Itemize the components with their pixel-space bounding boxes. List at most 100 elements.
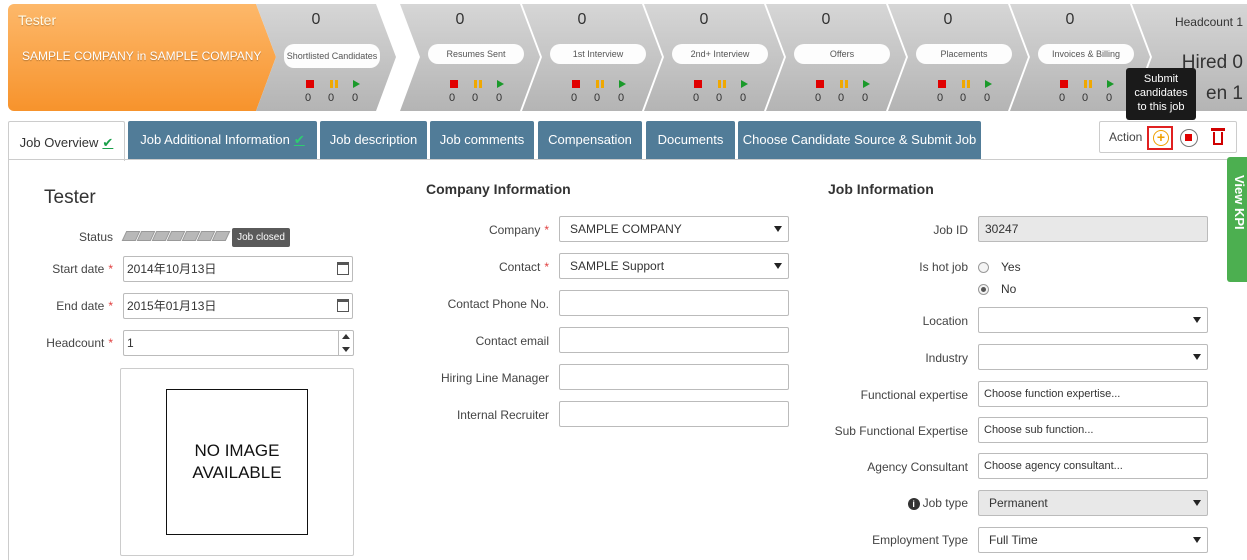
functional-expertise-label: Functional expertise [860,388,968,402]
label-text: Company [488,223,541,237]
stage-count: 0 [455,11,465,28]
contact-phone-field[interactable] [559,290,789,316]
tab-job-description[interactable]: Job description [320,121,427,159]
pause-icon [596,80,604,88]
job-pipeline: Tester SAMPLE COMPANY in SAMPLE COMPANY … [8,4,1247,111]
action-toolbar: Action + [1099,121,1237,153]
tab-choose-candidate-source[interactable]: Choose Candidate Source & Submit Job [738,121,981,159]
placeholder-line: NO IMAGE [194,441,280,460]
tab-job-additional-information[interactable]: Job Additional Information ✔ [128,121,317,159]
pause-icon [718,80,726,88]
label-text: End date [56,299,105,313]
check-icon: ✔ [293,132,305,147]
delete-job-button[interactable] [1211,128,1225,146]
tab-label: Job Additional Information [140,132,290,147]
stop-icon [450,80,458,88]
functional-expertise-input[interactable]: Choose function expertise... [978,381,1208,407]
stopped-count: 0 [815,92,822,104]
employment-type-select[interactable]: Full Time [978,527,1208,553]
stop-icon [306,80,314,88]
stage-shortlisted[interactable]: 0 Shortlisted Candidates 0 0 0 [256,4,396,111]
pause-icon [1084,80,1092,88]
stage-count: 0 [311,11,321,28]
play-icon [619,80,626,88]
location-label: Location [922,314,968,328]
stage-label: 2nd+ Interview [672,44,768,64]
contact-email-field[interactable] [559,327,789,353]
play-icon [353,80,360,88]
pipeline-company-line: SAMPLE COMPANY in SAMPLE COMPANY [22,49,262,63]
page-title: Tester [44,187,96,208]
calendar-icon[interactable] [337,299,349,312]
tab-compensation[interactable]: Compensation [538,121,642,159]
agency-consultant-input[interactable]: Choose agency consultant... [978,453,1208,479]
submit-candidates-tooltip: Submit candidates to this job [1126,68,1196,120]
tab-job-overview[interactable]: Job Overview ✔ [8,121,125,161]
internal-recruiter-field[interactable] [559,401,789,427]
action-label: Action [1109,130,1143,144]
check-icon: ✔ [102,135,114,150]
pause-icon [474,80,482,88]
start-date-field[interactable]: 2014年10月13日 [123,256,353,282]
company-select[interactable]: SAMPLE COMPANY [559,216,789,242]
stage-resumes-sent[interactable]: 0 Resumes Sent 0 0 0 [400,4,540,111]
paused-count: 0 [594,92,601,104]
headcount-stepper[interactable]: 1 [123,330,354,356]
end-date-field[interactable]: 2015年01月13日 [123,293,353,319]
field-value: 2014年10月13日 [127,262,217,276]
stage-placements[interactable]: 0 Placements 0 0 0 [888,4,1028,111]
job-id-label: Job ID [933,223,968,237]
tab-job-comments[interactable]: Job comments [430,121,534,159]
location-select[interactable] [978,307,1208,333]
paused-count: 0 [1082,92,1089,104]
job-info-heading: Job Information [828,181,934,197]
close-job-button[interactable] [1180,129,1198,147]
stage-count: 0 [1065,11,1075,28]
stop-icon [938,80,946,88]
tab-label: Compensation [548,132,632,147]
stop-icon [1060,80,1068,88]
dropdown-arrow-icon [1193,354,1201,360]
play-icon [863,80,870,88]
required-mark: * [108,262,113,276]
trash-body [1213,132,1223,145]
active-count: 0 [862,92,869,104]
industry-label: Industry [925,351,968,365]
industry-select[interactable] [978,344,1208,370]
tab-documents[interactable]: Documents [646,121,735,159]
tab-label: Choose Candidate Source & Submit Job [742,132,977,147]
stage-offers[interactable]: 0 Offers 0 0 0 [766,4,906,111]
hot-job-yes-radio[interactable] [978,262,989,273]
stopped-count: 0 [571,92,578,104]
job-type-select[interactable]: Permanent [978,490,1208,516]
info-icon[interactable]: i [907,498,920,510]
no-image-placeholder: NO IMAGE AVAILABLE [166,389,308,535]
sub-functional-expertise-input[interactable]: Choose sub function... [978,417,1208,443]
hot-job-no-radio[interactable] [978,284,989,295]
job-summary-chip[interactable]: Tester SAMPLE COMPANY in SAMPLE COMPANY [8,4,276,111]
tab-label: Job comments [439,132,525,147]
end-date-label: End date * [20,299,113,313]
view-kpi-tab[interactable]: View KPI [1227,157,1247,282]
play-icon [985,80,992,88]
company-info-heading: Company Information [426,181,571,197]
headcount-label: Headcount * [20,336,113,350]
stage-2nd-interview[interactable]: 0 2nd+ Interview 0 0 0 [644,4,784,111]
label-text: Start date [52,262,105,276]
label-text: Contact [498,260,541,274]
submit-candidates-button[interactable]: + [1147,126,1173,150]
job-type-label: i Job type [800,496,968,510]
paused-count: 0 [838,92,845,104]
paused-count: 0 [960,92,967,104]
spinner-arrows-icon[interactable] [338,331,353,355]
calendar-icon[interactable] [337,262,349,275]
stage-label: Shortlisted Candidates [284,44,380,68]
plus-icon: + [1153,130,1169,146]
active-count: 0 [352,92,359,104]
contact-select[interactable]: SAMPLE Support [559,253,789,279]
hiring-manager-field[interactable] [559,364,789,390]
tooltip-line: to this job [1137,101,1185,113]
stage-label: Invoices & Billing [1038,44,1134,64]
stage-1st-interview[interactable]: 0 1st Interview 0 0 0 [522,4,662,111]
employment-type-label: Employment Type [872,533,968,547]
